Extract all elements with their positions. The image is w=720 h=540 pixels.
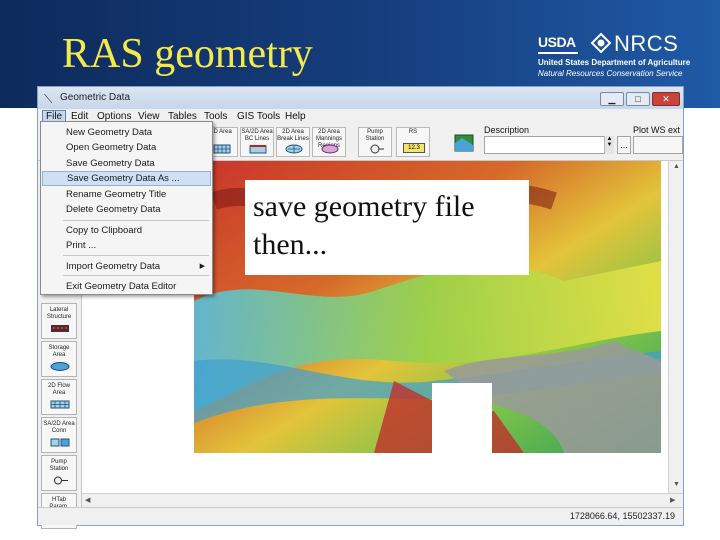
bc-lines-icon <box>249 145 267 154</box>
menu-print[interactable]: Print ... <box>42 238 211 253</box>
menu-gis-tools[interactable]: GIS Tools <box>234 110 283 124</box>
map-layers-icon <box>454 134 474 152</box>
nrcs-service-name: Natural Resources Conservation Service <box>538 69 683 78</box>
tool-river-station[interactable]: RS 12.3 <box>396 127 430 157</box>
vertical-scrollbar[interactable]: ▲ ▼ <box>668 161 683 493</box>
connection-icon <box>50 438 70 447</box>
tool-lateral-structure[interactable]: Lateral Structure <box>41 303 77 339</box>
tool-break-lines[interactable]: 2D Area Break Lines <box>276 127 310 157</box>
minimize-button[interactable]: ▁ <box>600 92 624 106</box>
scroll-right-icon[interactable]: ▶ <box>670 496 675 504</box>
menu-item-label: Import Geometry Data <box>66 261 160 272</box>
nrcs-logo-text: NRCS <box>614 31 679 56</box>
lateral-structure-icon <box>51 325 69 332</box>
cursor-coordinates: 1728066.64, 15502337.19 <box>569 511 675 521</box>
slide-title: RAS geometry <box>62 31 313 77</box>
description-label: Description <box>484 125 530 135</box>
annotation-callout: save geometry file then... <box>245 180 529 275</box>
description-scroll[interactable]: ▲ ▼ <box>604 136 614 154</box>
status-bar: 1728066.64, 15502337.19 <box>38 507 683 525</box>
tool-label: SA/2D Area BC Lines <box>241 129 273 142</box>
side-tool-label: Lateral Structure <box>46 307 72 320</box>
tool-storage-area[interactable]: Storage Area <box>41 341 77 377</box>
tool-2d-flow-area[interactable]: 2D Flow Area <box>41 379 77 415</box>
side-tool-label: 2D Flow Area <box>47 383 70 396</box>
usda-nrcs-logo: USDA NRCS United States Department of Ag… <box>538 32 708 80</box>
tool-sa-2d-conn[interactable]: SA/2D Area Conn <box>41 417 77 453</box>
tool-mannings-regions[interactable]: 2D Area Mannings Regions <box>312 127 346 157</box>
file-dropdown-menu: New Geometry Data Open Geometry Data Sav… <box>40 121 213 295</box>
callout-line-1: save geometry file <box>253 190 475 223</box>
storage-area-icon <box>50 362 70 371</box>
pump-icon <box>370 144 384 154</box>
side-tool-label: Pump Station <box>49 459 69 472</box>
pump-icon <box>54 476 68 485</box>
tool-pump-station[interactable]: Pump Station <box>358 127 392 157</box>
menu-save-geometry-data-as[interactable]: Save Geometry Data As ... <box>42 171 211 186</box>
close-button[interactable]: ✕ <box>652 92 680 106</box>
menu-open-geometry-data[interactable]: Open Geometry Data <box>42 140 211 155</box>
usda-department-name: United States Department of Agriculture <box>538 58 691 67</box>
tool-side-pump-station[interactable]: Pump Station <box>41 455 77 491</box>
tool-label: RS <box>408 129 418 135</box>
menu-rename-geometry-title[interactable]: Rename Geometry Title <box>42 187 211 202</box>
horizontal-scrollbar[interactable]: ◀ ▶ <box>82 493 683 507</box>
app-icon: ⟍ <box>44 92 53 106</box>
menu-help[interactable]: Help <box>282 110 309 124</box>
menu-separator <box>63 275 209 276</box>
menu-new-geometry-data[interactable]: New Geometry Data <box>42 125 211 140</box>
scroll-down-icon[interactable]: ▼ <box>673 481 680 488</box>
flow-area-grid-icon <box>50 400 70 409</box>
usda-logo-text: USDA <box>538 32 578 54</box>
description-field[interactable] <box>484 136 614 154</box>
menu-separator <box>63 255 209 256</box>
river-station-value: 12.3 <box>403 143 425 153</box>
scroll-left-icon[interactable]: ◀ <box>85 496 90 504</box>
tool-bc-lines[interactable]: SA/2D Area BC Lines <box>240 127 274 157</box>
nrcs-emblem-icon <box>590 32 612 54</box>
tool-label: Pump Station <box>365 129 385 142</box>
plot-ws-label: Plot WS ext <box>633 125 681 135</box>
grid-icon <box>213 144 231 154</box>
window-title: Geometric Data <box>60 92 131 103</box>
title-bar[interactable]: ⟍ Geometric Data ▁ □ ✕ <box>38 87 683 109</box>
submenu-arrow-icon: ▶ <box>199 263 205 270</box>
side-tool-label: Storage Area <box>48 345 70 358</box>
plot-ws-field[interactable] <box>633 136 683 154</box>
tool-map-layers[interactable] <box>448 127 482 157</box>
menu-exit-geometry-editor[interactable]: Exit Geometry Data Editor <box>42 279 211 294</box>
mannings-regions-icon <box>321 144 339 154</box>
break-lines-icon <box>285 144 303 154</box>
callout-line-2: then... <box>253 228 328 261</box>
menu-import-geometry-data[interactable]: Import Geometry Data ▶ <box>42 259 211 274</box>
side-tool-label: SA/2D Area Conn <box>43 421 75 434</box>
description-ellipsis-button[interactable]: ... <box>617 136 631 154</box>
menu-save-geometry-data[interactable]: Save Geometry Data <box>42 156 211 171</box>
tool-label: 2D Area Break Lines <box>277 129 309 142</box>
menu-copy-to-clipboard[interactable]: Copy to Clipboard <box>42 223 211 238</box>
menu-separator <box>63 220 209 221</box>
maximize-button[interactable]: □ <box>626 92 650 106</box>
menu-delete-geometry-data[interactable]: Delete Geometry Data <box>42 202 211 217</box>
scroll-up-icon[interactable]: ▲ <box>673 163 680 170</box>
